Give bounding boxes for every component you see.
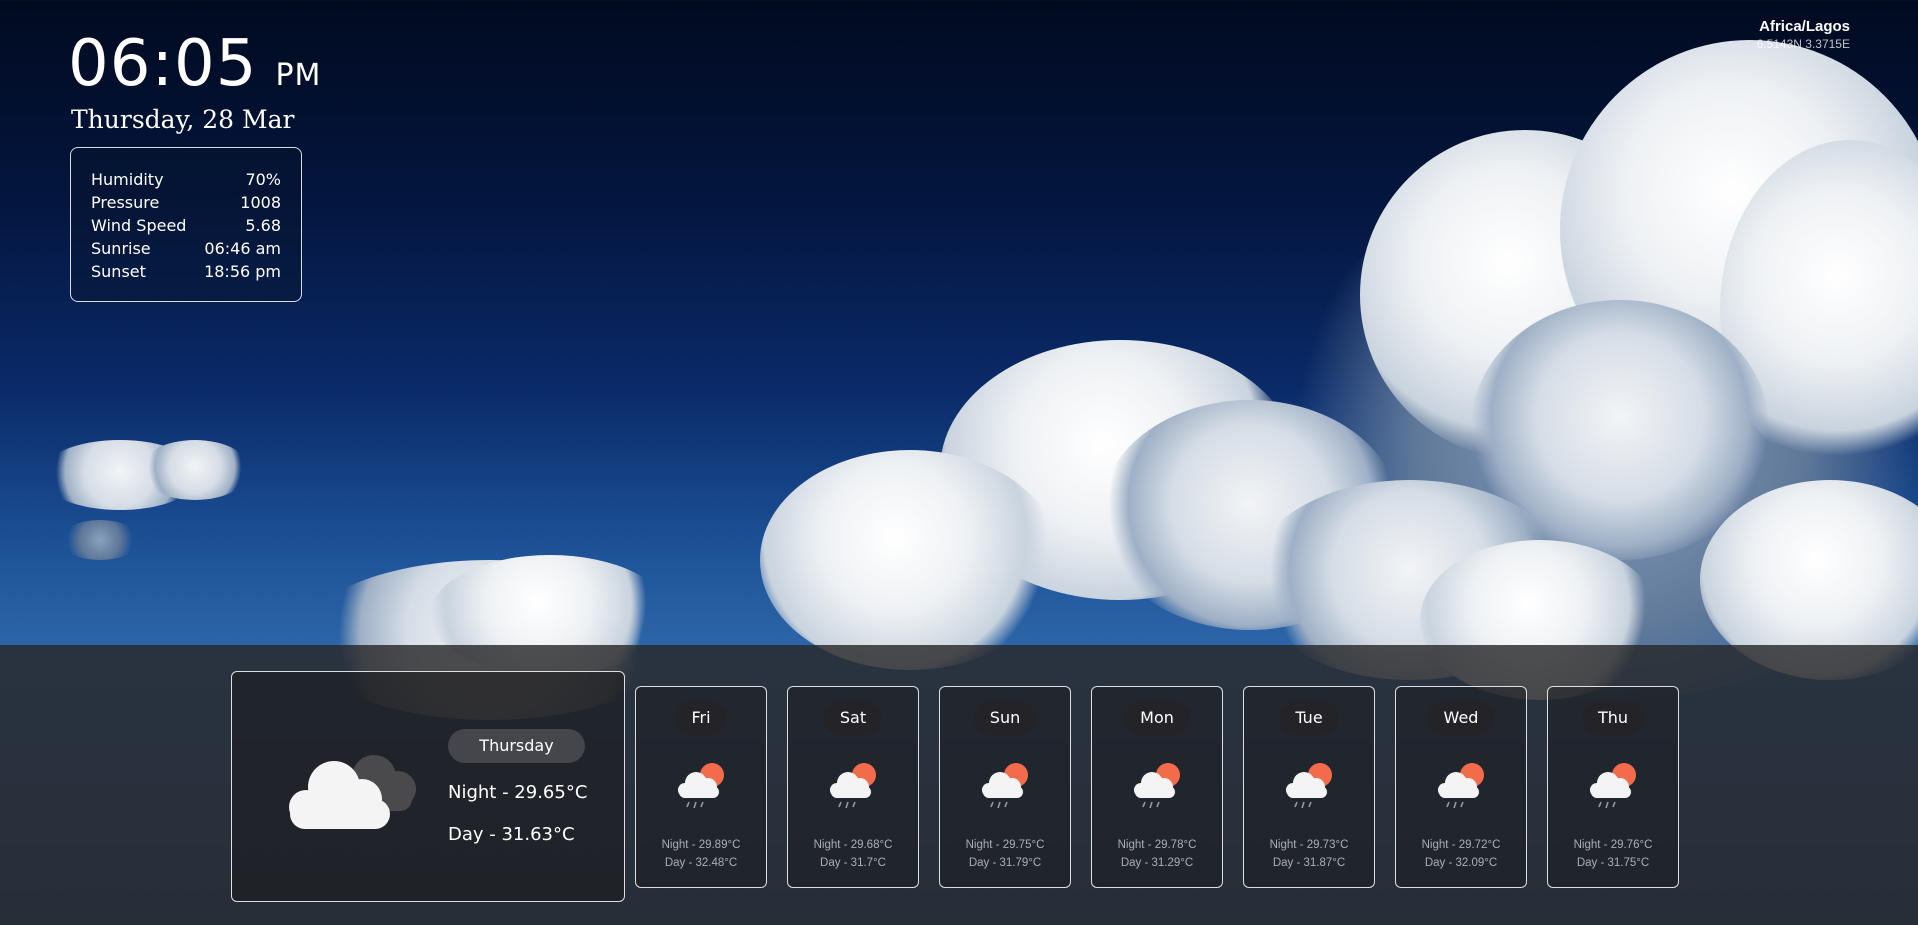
- weather-details-panel: Humidity 70% Pressure 1008 Wind Speed 5.…: [70, 147, 302, 302]
- forecast-day-label: Sun: [973, 701, 1037, 735]
- forecast-card-wed: Wed Night - 29.72°C Day - 32.09°C: [1395, 686, 1527, 888]
- forecast-day-label: Mon: [1124, 701, 1190, 735]
- clock-time: 06:05: [68, 27, 258, 101]
- current-date: Thursday, 28 Mar: [71, 105, 295, 134]
- stat-row-wind-speed: Wind Speed 5.68: [91, 214, 281, 237]
- forecast-night-temp: Night - 29.89°C: [661, 839, 741, 851]
- forecast-card-tue: Tue Night - 29.73°C Day - 31.87°C: [1243, 686, 1375, 888]
- forecast-card-fri: Fri Night - 29.89°C Day - 32.48°C: [635, 686, 767, 888]
- rain-sun-icon: [982, 763, 1028, 809]
- stat-value: 70%: [245, 170, 281, 189]
- rain-sun-icon: [678, 763, 724, 809]
- today-day-label: Thursday: [448, 729, 585, 763]
- stat-label: Pressure: [91, 193, 160, 212]
- forecast-day-temp: Day - 31.75°C: [1576, 857, 1650, 869]
- stat-value: 1008: [240, 193, 281, 212]
- coordinates-label: 6.5143N 3.3715E: [1756, 37, 1850, 51]
- forecast-day-temp: Day - 31.87°C: [1272, 857, 1346, 869]
- today-night-temp: Night - 29.65°C: [448, 782, 588, 803]
- today-day-temp: Day - 31.63°C: [448, 824, 575, 845]
- forecast-day-temp: Day - 31.79°C: [968, 857, 1042, 869]
- stat-row-sunset: Sunset 18:56 pm: [91, 260, 281, 283]
- stat-row-humidity: Humidity 70%: [91, 168, 281, 191]
- forecast-day-label: Fri: [675, 701, 727, 735]
- clock-ampm: PM: [275, 58, 322, 93]
- forecast-day-temp: Day - 31.7°C: [820, 857, 886, 869]
- forecast-card-sun: Sun Night - 29.75°C Day - 31.79°C: [939, 686, 1071, 888]
- forecast-day-label: Thu: [1581, 701, 1645, 735]
- forecast-night-temp: Night - 29.76°C: [1573, 839, 1653, 851]
- rain-sun-icon: [1286, 763, 1332, 809]
- stat-value: 06:46 am: [204, 239, 281, 258]
- timezone-label: Africa/Lagos: [1759, 18, 1850, 35]
- forecast-card-thu: Thu Night - 29.76°C Day - 31.75°C: [1547, 686, 1679, 888]
- forecast-card-mon: Mon Night - 29.78°C Day - 31.29°C: [1091, 686, 1223, 888]
- forecast-day-label: Wed: [1427, 701, 1495, 735]
- stat-value: 18:56 pm: [204, 262, 281, 281]
- rain-sun-icon: [1134, 763, 1180, 809]
- stat-row-pressure: Pressure 1008: [91, 191, 281, 214]
- daily-forecast-list: Fri Night - 29.89°C Day - 32.48°C Sat Ni…: [635, 686, 1679, 888]
- cloudy-icon: [289, 755, 416, 829]
- stat-label: Sunset: [91, 262, 146, 281]
- today-weather-card: Thursday Night - 29.65°C Day - 31.63°C: [231, 671, 625, 902]
- rain-sun-icon: [1438, 763, 1484, 809]
- forecast-night-temp: Night - 29.72°C: [1421, 839, 1501, 851]
- forecast-night-temp: Night - 29.73°C: [1269, 839, 1349, 851]
- stat-label: Humidity: [91, 170, 164, 189]
- forecast-day-temp: Day - 31.29°C: [1120, 857, 1194, 869]
- stat-value: 5.68: [245, 216, 281, 235]
- stat-label: Sunrise: [91, 239, 151, 258]
- forecast-day-temp: Day - 32.48°C: [664, 857, 738, 869]
- location-info: Africa/Lagos 6.5143N 3.3715E: [1757, 18, 1850, 52]
- forecast-night-temp: Night - 29.68°C: [813, 839, 893, 851]
- clock-display: 06:05 PM: [68, 26, 321, 114]
- forecast-card-sat: Sat Night - 29.68°C Day - 31.7°C: [787, 686, 919, 888]
- forecast-night-temp: Night - 29.78°C: [1117, 839, 1197, 851]
- forecast-day-temp: Day - 32.09°C: [1424, 857, 1498, 869]
- stat-row-sunrise: Sunrise 06:46 am: [91, 237, 281, 260]
- rain-sun-icon: [1590, 763, 1636, 809]
- forecast-night-temp: Night - 29.75°C: [965, 839, 1045, 851]
- forecast-day-label: Sat: [823, 701, 883, 735]
- rain-sun-icon: [830, 763, 876, 809]
- stat-label: Wind Speed: [91, 216, 187, 235]
- forecast-day-label: Tue: [1279, 701, 1339, 735]
